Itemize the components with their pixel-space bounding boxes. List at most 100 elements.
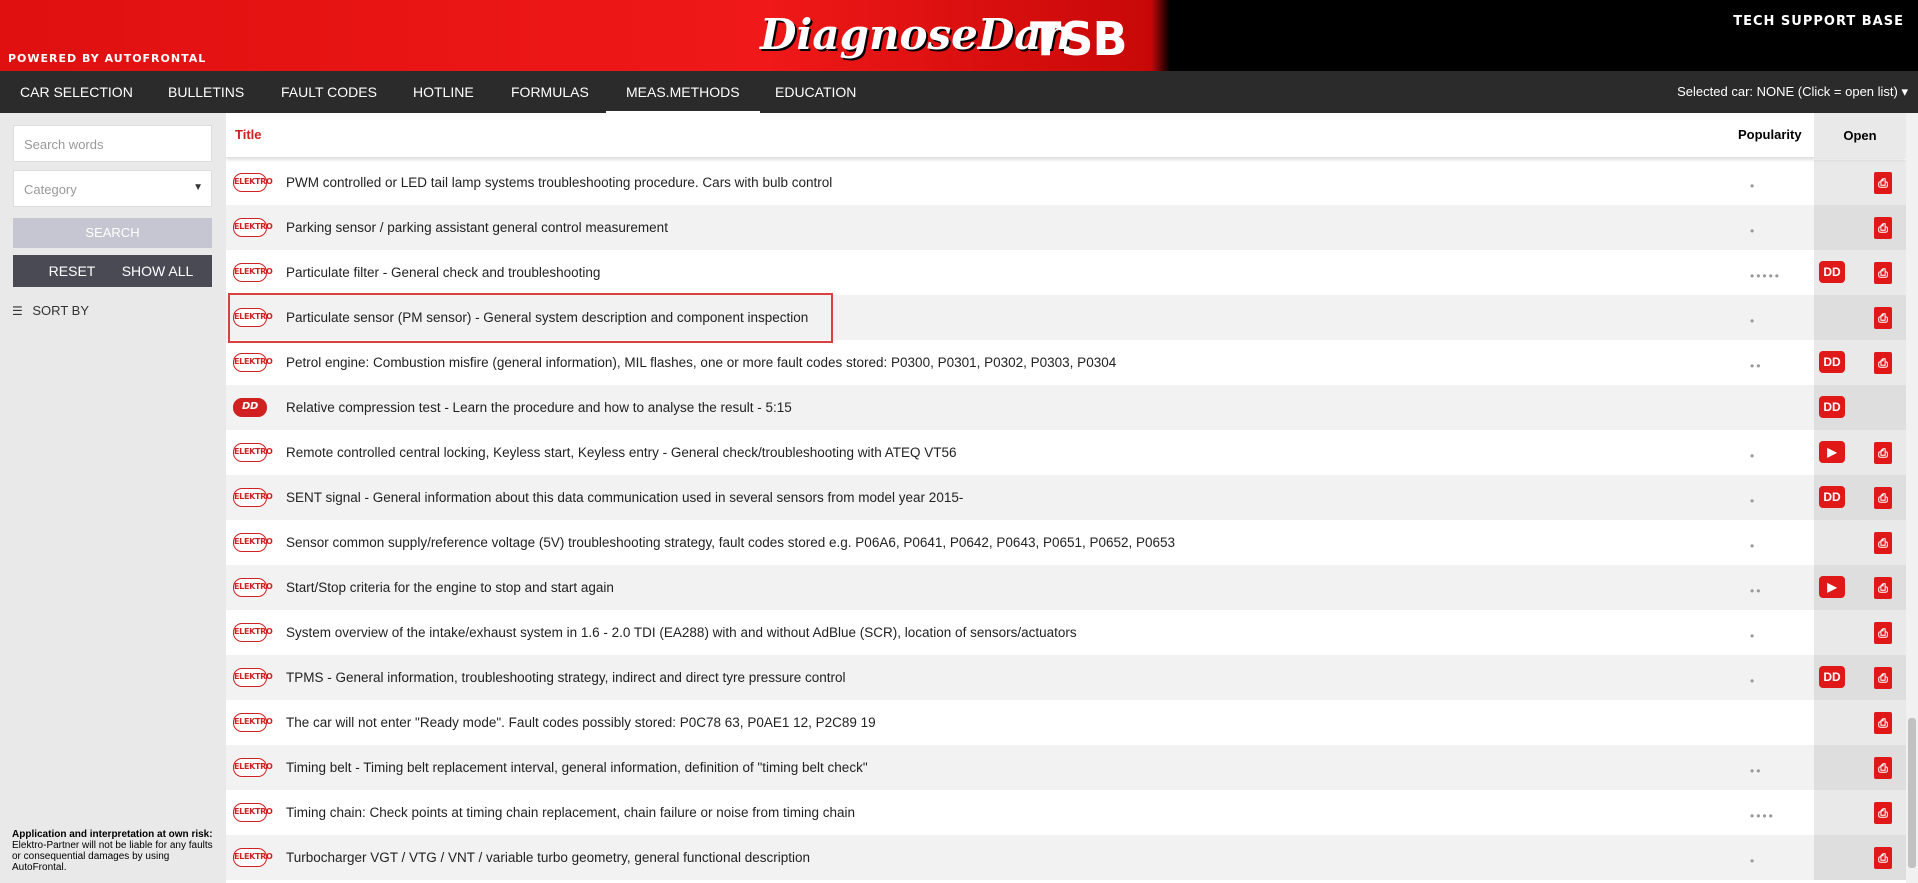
table-row[interactable]: ELEKTRO SENT signal - General information… [226, 475, 1906, 520]
pdf-icon[interactable]: ⎙ [1874, 847, 1892, 869]
elektro-badge-icon: ELEKTRO [233, 623, 273, 642]
pdf-icon[interactable]: ⎙ [1874, 262, 1892, 284]
row-title[interactable]: System overview of the intake/exhaust sy… [286, 625, 1077, 640]
dd-video-icon[interactable]: DD [1819, 486, 1845, 508]
video-icon[interactable]: ▶ [1819, 441, 1845, 463]
popularity-dots: • [1750, 449, 1757, 463]
video-icon[interactable]: ▶ [1819, 576, 1845, 598]
row-title[interactable]: Start/Stop criteria for the engine to st… [286, 580, 614, 595]
row-title[interactable]: TPMS - General information, troubleshoot… [286, 670, 846, 685]
search-button[interactable]: SEARCH [13, 218, 212, 248]
pdf-icon[interactable]: ⎙ [1874, 532, 1892, 554]
app-header: POWERED BY AUTOFRONTAL DiagnoseDan TSB T… [0, 0, 1918, 71]
popularity-dots: • [1750, 674, 1757, 688]
pdf-icon[interactable]: ⎙ [1874, 757, 1892, 779]
scrollbar-thumb[interactable] [1908, 718, 1916, 868]
elektro-badge-icon: ELEKTRO [233, 218, 273, 237]
disclaimer: Application and interpretation at own ri… [12, 829, 217, 873]
scrollbar[interactable] [1906, 113, 1918, 883]
pdf-icon[interactable]: ⎙ [1874, 802, 1892, 824]
row-title[interactable]: Turbocharger VGT / VTG / VNT / variable … [286, 850, 810, 865]
elektro-badge-icon: ELEKTRO [233, 353, 273, 372]
pdf-icon[interactable]: ⎙ [1874, 667, 1892, 689]
chevron-down-icon: ▼ [193, 182, 203, 193]
tab-car-selection[interactable]: CAR SELECTION [0, 71, 153, 113]
selected-car-dropdown[interactable]: Selected car: NONE (Click = open list) ▾ [1677, 71, 1908, 113]
popularity-dots: • [1750, 854, 1757, 868]
table-row[interactable]: ELEKTRO Sensor common supply/reference vo… [226, 520, 1906, 565]
pdf-icon[interactable]: ⎙ [1874, 352, 1892, 374]
row-title[interactable]: Relative compression test - Learn the pr… [286, 400, 792, 415]
dd-video-icon[interactable]: DD [1819, 351, 1845, 373]
column-title-header[interactable]: Title [235, 127, 262, 142]
pdf-icon[interactable]: ⎙ [1874, 712, 1892, 734]
table-row[interactable]: ELEKTRO TPMS - General information, troub… [226, 655, 1906, 700]
pdf-icon[interactable]: ⎙ [1874, 172, 1892, 194]
popularity-dots: • [1750, 494, 1757, 508]
open-cell: DD ⎙ [1814, 655, 1906, 700]
dd-video-icon[interactable]: DD [1819, 396, 1845, 418]
popularity-dots: •• [1750, 359, 1763, 373]
category-select[interactable]: Category ▼ [13, 170, 212, 207]
table-row[interactable]: ELEKTRO Petrol engine: Combustion misfire… [226, 340, 1906, 385]
sidebar: Search words Category ▼ SEARCH RESET SHO… [0, 113, 226, 883]
show-all-button[interactable]: SHOW ALL [103, 255, 212, 287]
column-popularity-header[interactable]: Popularity [1738, 127, 1802, 142]
sort-by-label: SORT BY [32, 303, 89, 318]
pdf-icon[interactable]: ⎙ [1874, 487, 1892, 509]
dd-video-icon[interactable]: DD [1819, 666, 1845, 688]
open-cell: ⎙ [1814, 160, 1906, 205]
open-cell: ⎙ [1814, 745, 1906, 790]
disclaimer-text: Elektro-Partner will not be liable for a… [12, 840, 213, 873]
tsb-logo[interactable]: TSB [1030, 12, 1128, 66]
pdf-icon[interactable]: ⎙ [1874, 442, 1892, 464]
popularity-dots: ••••• [1750, 269, 1782, 283]
tab-formulas[interactable]: FORMULAS [491, 71, 609, 113]
results-table: Title Popularity Open ELEKTRO PWM control… [226, 113, 1906, 883]
table-row[interactable]: ELEKTRO Timing chain: Check points at tim… [226, 790, 1906, 835]
table-row[interactable]: ELEKTRO The car will not enter "Ready mod… [226, 700, 1906, 745]
popularity-dots: • [1750, 179, 1757, 193]
pdf-icon[interactable]: ⎙ [1874, 577, 1892, 599]
tab-hotline[interactable]: HOTLINE [393, 71, 494, 113]
row-title[interactable]: PWM controlled or LED tail lamp systems … [286, 175, 832, 190]
tab-education[interactable]: EDUCATION [755, 71, 876, 113]
row-title[interactable]: Particulate filter - General check and t… [286, 265, 600, 280]
diagnosedan-logo[interactable]: DiagnoseDan [760, 10, 1072, 59]
row-title[interactable]: SENT signal - General information about … [286, 490, 963, 505]
open-cell: ⎙ [1814, 520, 1906, 565]
highlight-box [228, 293, 833, 343]
elektro-badge-icon: ELEKTRO [233, 848, 273, 867]
tab-bulletins[interactable]: BULLETINS [148, 71, 264, 113]
row-title[interactable]: Sensor common supply/reference voltage (… [286, 535, 1175, 550]
table-row[interactable]: ELEKTRO Parking sensor / parking assistan… [226, 205, 1906, 250]
dd-video-icon[interactable]: DD [1819, 261, 1845, 283]
table-row[interactable]: ELEKTRO Timing belt - Timing belt replace… [226, 745, 1906, 790]
table-row[interactable]: ELEKTRO PWM controlled or LED tail lamp s… [226, 160, 1906, 205]
row-title[interactable]: Timing chain: Check points at timing cha… [286, 805, 855, 820]
table-row[interactable]: ELEKTRO Start/Stop criteria for the engin… [226, 565, 1906, 610]
table-row[interactable]: DD Relative compression test - Learn the … [226, 385, 1906, 430]
tab-fault-codes[interactable]: FAULT CODES [261, 71, 397, 113]
pdf-icon[interactable]: ⎙ [1874, 622, 1892, 644]
table-row[interactable]: ELEKTRO Remote controlled central locking… [226, 430, 1906, 475]
row-title[interactable]: The car will not enter "Ready mode". Fau… [286, 715, 876, 730]
open-cell: DD ⎙ [1814, 340, 1906, 385]
search-input[interactable]: Search words [13, 125, 212, 162]
open-cell: ▶ ⎙ [1814, 430, 1906, 475]
elektro-badge-icon: ELEKTRO [233, 803, 273, 822]
table-row[interactable]: ELEKTRO System overview of the intake/exh… [226, 610, 1906, 655]
pdf-icon[interactable]: ⎙ [1874, 307, 1892, 329]
table-row[interactable]: ELEKTRO Turbocharger VGT / VTG / VNT / va… [226, 835, 1906, 880]
table-row[interactable]: ELEKTRO Particulate filter - General chec… [226, 250, 1906, 295]
popularity-dots: • [1750, 224, 1757, 238]
tab-meas-methods[interactable]: MEAS.METHODS [606, 71, 760, 113]
elektro-badge-icon: ELEKTRO [233, 533, 273, 552]
row-title[interactable]: Parking sensor / parking assistant gener… [286, 220, 668, 235]
sort-by-toggle[interactable]: ☰ SORT BY [12, 303, 89, 318]
pdf-icon[interactable]: ⎙ [1874, 217, 1892, 239]
row-title[interactable]: Petrol engine: Combustion misfire (gener… [286, 355, 1116, 370]
row-title[interactable]: Remote controlled central locking, Keyle… [286, 445, 957, 460]
row-title[interactable]: Timing belt - Timing belt replacement in… [286, 760, 868, 775]
column-open-header: Open [1814, 113, 1906, 158]
